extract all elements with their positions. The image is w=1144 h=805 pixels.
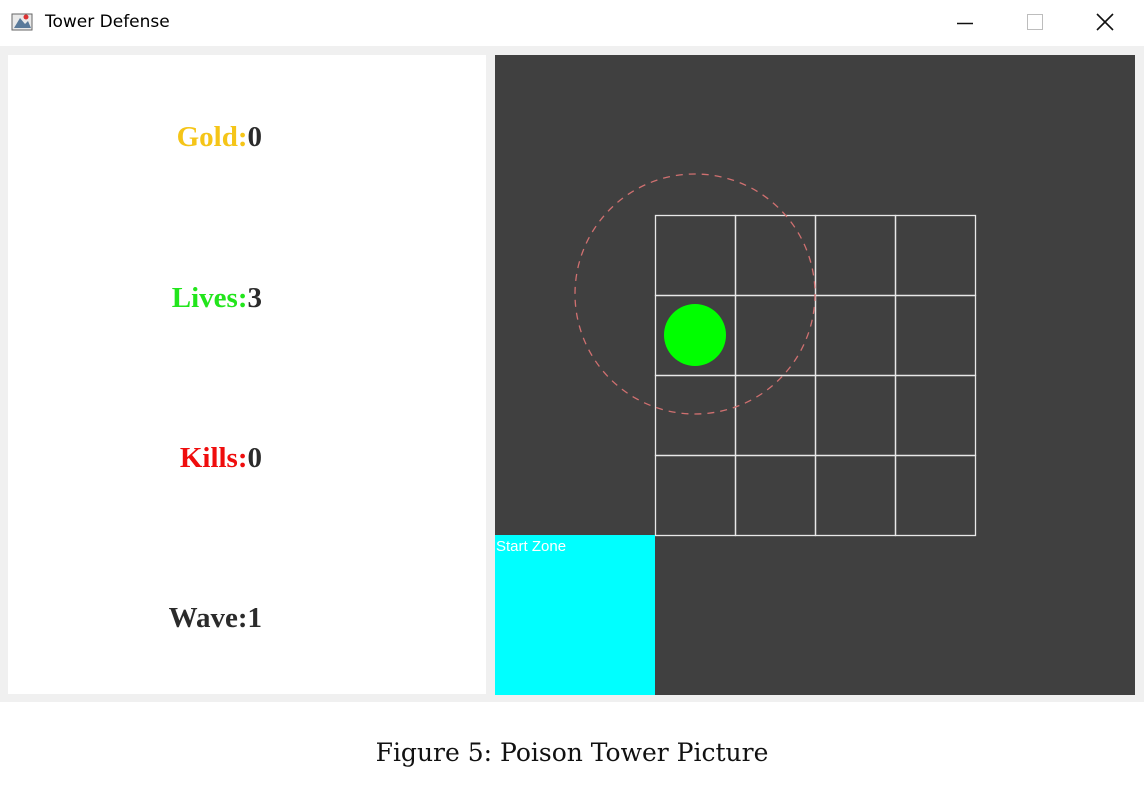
build-grid[interactable] xyxy=(654,214,977,537)
tower-range-indicator xyxy=(574,173,816,415)
grid-cell[interactable] xyxy=(734,214,817,297)
grid-cell[interactable] xyxy=(894,454,977,537)
kills-stat: Kills:0 xyxy=(180,442,262,475)
grid-cell[interactable] xyxy=(814,454,897,537)
maximize-button[interactable] xyxy=(1012,0,1058,46)
grid-cell[interactable] xyxy=(734,374,817,457)
grid-cell[interactable] xyxy=(894,294,977,377)
wave-label: Wave: xyxy=(168,602,248,634)
grid-cell[interactable] xyxy=(814,374,897,457)
grid-cell[interactable] xyxy=(654,214,737,297)
lives-value: 3 xyxy=(247,282,263,314)
start-zone-label: Start Zone xyxy=(496,538,567,555)
close-button[interactable] xyxy=(1082,0,1128,46)
minimize-button[interactable] xyxy=(942,0,988,46)
grid-cell[interactable] xyxy=(734,294,817,377)
minimize-icon xyxy=(957,22,973,25)
start-zone xyxy=(495,535,655,695)
gold-label: Gold: xyxy=(176,121,248,153)
figure-caption: Figure 5: Poison Tower Picture xyxy=(375,738,769,767)
maximize-icon xyxy=(1027,14,1043,30)
title-bar: Tower Defense xyxy=(0,0,1144,46)
grid-cell[interactable] xyxy=(894,214,977,297)
game-board[interactable]: Start Zone xyxy=(495,55,1135,695)
lives-label: Lives: xyxy=(171,282,248,314)
grid-cell[interactable] xyxy=(814,214,897,297)
app-window: Tower Defense Gold:0 Lives:3 Kills:0 Wav… xyxy=(0,0,1144,702)
window-title: Tower Defense xyxy=(45,12,170,32)
stats-panel: Gold:0 Lives:3 Kills:0 Wave:1 xyxy=(8,55,486,694)
grid-cell[interactable] xyxy=(894,374,977,457)
kills-value: 0 xyxy=(247,442,263,474)
grid-cell[interactable] xyxy=(814,294,897,377)
tower-defense-app-icon xyxy=(11,13,33,31)
gold-value: 0 xyxy=(247,121,263,153)
grid-cell[interactable] xyxy=(654,374,737,457)
grid-cell[interactable] xyxy=(654,454,737,537)
grid-cell[interactable] xyxy=(734,454,817,537)
wave-value: 1 xyxy=(247,602,263,634)
kills-label: Kills: xyxy=(179,442,248,474)
wave-stat: Wave:1 xyxy=(169,602,262,635)
close-icon xyxy=(1096,13,1114,31)
gold-stat: Gold:0 xyxy=(177,121,262,154)
poison-tower[interactable] xyxy=(664,304,726,366)
lives-stat: Lives:3 xyxy=(172,282,262,315)
